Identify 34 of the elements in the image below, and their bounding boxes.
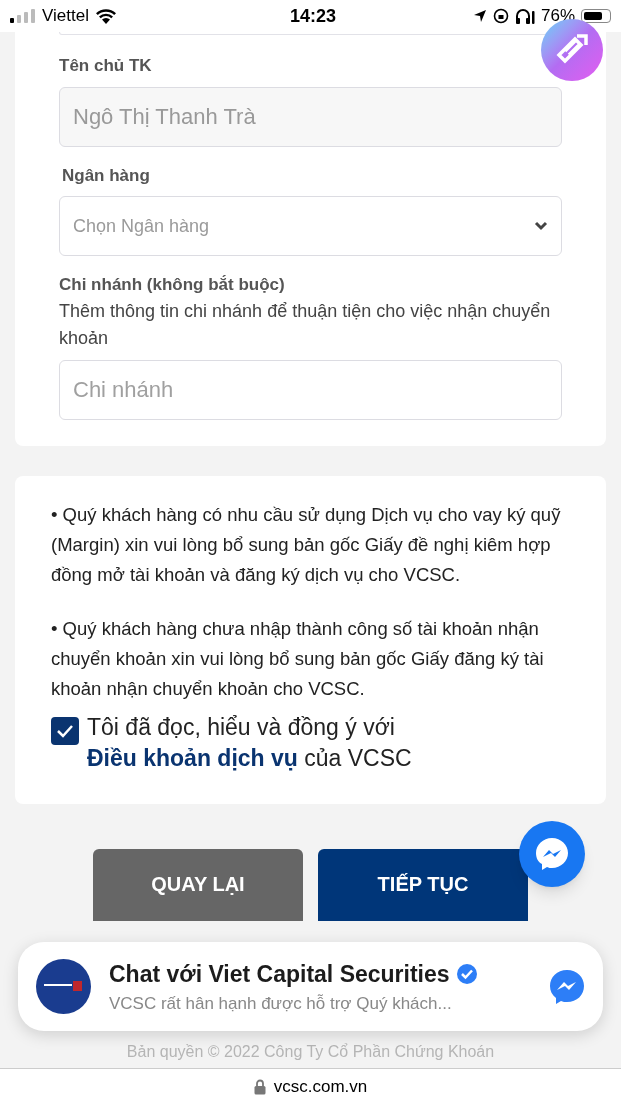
chevron-down-icon xyxy=(534,221,548,231)
battery-icon xyxy=(581,9,611,23)
location-arrow-icon xyxy=(472,9,487,23)
field-hint: Thêm thông tin chi nhánh để thuận tiện cho việc nhận chuyển khoản xyxy=(59,299,552,350)
nav-button[interactable]: TIẾP TỤC xyxy=(318,848,528,921)
agreement-text: Tôi đã đọc, hiểu và đồng ý với Điều khoản dịch vụ của VCSC xyxy=(87,712,413,773)
lock-icon xyxy=(253,1078,266,1095)
rotation-lock-icon xyxy=(492,8,509,24)
chat-popup[interactable]: Chat với Viet Capital Securities VCSC rất hân hạnh được hỗ trợ Quý khách... xyxy=(18,942,603,1031)
field-label: Tên chủ TK xyxy=(59,55,153,77)
url-text[interactable]: vcsc.com.vn xyxy=(273,1073,368,1100)
headphones-icon xyxy=(514,8,535,24)
checkbox[interactable] xyxy=(51,716,79,745)
note-paragraph: • Quý khách hàng chưa nhập thành công số tài khoản nhận chuyển khoản xin vui lòng bổ sung bản gốc Giấy đăng ký tài khoản nhận chuyển khoản cho VCSC. xyxy=(51,616,545,701)
signal-icon xyxy=(10,9,36,23)
messenger-icon xyxy=(534,836,570,872)
input-field[interactable]: Chi nhánh xyxy=(59,359,562,420)
wifi-icon xyxy=(94,8,117,24)
company-logo-icon xyxy=(36,959,91,1014)
copyright-text: Bản quyền © 2022 Công Ty Cổ Phần Chứng Khoán xyxy=(125,1042,496,1062)
battery-percent: 76% xyxy=(540,5,575,28)
messenger-icon[interactable] xyxy=(549,968,585,1005)
check-icon xyxy=(56,723,74,738)
field-label: Chi nhánh (không bắt buộc) xyxy=(59,274,286,296)
terms-link[interactable]: Điều khoản dịch vụ xyxy=(87,744,298,771)
chat-message: VCSC rất hân hạnh được hỗ trợ Quý khách... xyxy=(109,993,453,1015)
chat-title: Chat với Viet Capital Securities xyxy=(109,959,450,989)
carrier-name: Viettel xyxy=(42,5,89,28)
clock-time: 14:23 xyxy=(290,4,337,28)
verified-badge-icon xyxy=(455,962,478,985)
dropdown-placeholder: Chọn Ngân hàng xyxy=(73,214,210,238)
nav-button[interactable]: QUAY LẠI xyxy=(93,848,303,921)
note-paragraph: • Quý khách hàng có nhu cầu sử dụng Dịch vụ cho vay ký quỹ (Margin) xin vui lòng bổ sung bản gốc Giấy đề nghị kiêm hợp đồng mở tài khoản và đăng ký dịch vụ cho VCSC. xyxy=(51,502,562,587)
field-label: Ngân hàng xyxy=(62,164,151,187)
